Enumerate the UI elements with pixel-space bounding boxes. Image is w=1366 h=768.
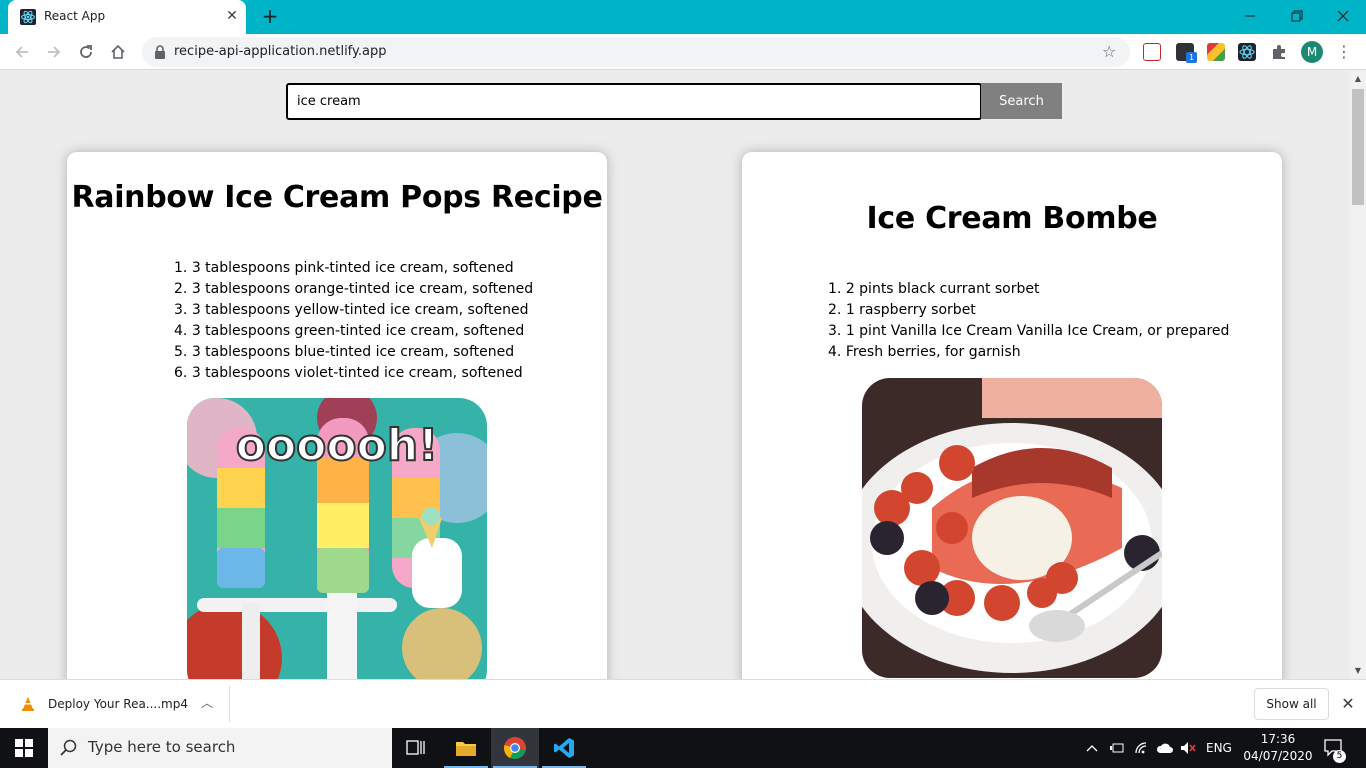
recipe-title: Ice Cream Bombe <box>866 201 1158 236</box>
ingredient-list: 2 pints black currant sorbet 1 raspberry… <box>828 279 1230 363</box>
recipe-image <box>862 378 1162 678</box>
file-explorer-icon[interactable] <box>442 728 490 768</box>
extension-badge: 1 <box>1186 52 1197 63</box>
search-icon <box>60 739 77 756</box>
notification-icon[interactable]: 5 <box>1324 728 1346 768</box>
browser-toolbar: recipe-api-application.netlify.app ☆ 1 M… <box>0 34 1366 70</box>
task-view-icon[interactable] <box>392 728 440 768</box>
profile-avatar[interactable]: M <box>1301 41 1323 63</box>
cube-extension-icon[interactable]: 1 <box>1176 43 1197 63</box>
reload-icon[interactable] <box>74 40 98 64</box>
new-tab-icon[interactable]: + <box>259 5 281 27</box>
address-bar[interactable]: recipe-api-application.netlify.app ☆ <box>142 37 1130 67</box>
onedrive-cloud-icon[interactable] <box>1156 728 1174 768</box>
recipe-card: Ice Cream Bombe 2 pints black currant so… <box>742 152 1282 679</box>
tab-title: React App <box>44 9 106 23</box>
recipe-title: Rainbow Ice Cream Pops Recipe <box>71 180 603 215</box>
extensions-puzzle-icon[interactable] <box>1270 43 1288 61</box>
page-content: Search Rainbow Ice Cream Pops Recipe 3 t… <box>0 71 1350 679</box>
react-devtools-icon[interactable] <box>1238 43 1256 61</box>
ingredient-item: 2 pints black currant sorbet <box>828 279 1229 300</box>
wifi-icon[interactable] <box>1134 728 1150 768</box>
page-scrollbar[interactable]: ▲ ▼ <box>1350 71 1366 679</box>
system-clock[interactable]: 17:36 04/07/2020 <box>1240 731 1316 765</box>
tab-close-icon[interactable]: ✕ <box>224 8 240 24</box>
browser-menu-icon[interactable]: ⋮ <box>1334 41 1354 63</box>
ingredient-item: 1 raspberry sorbet <box>828 300 1229 321</box>
ingredient-item: 3 tablespoons yellow-tinted ice cream, s… <box>174 300 533 321</box>
scroll-up-icon[interactable]: ▲ <box>1350 71 1366 87</box>
volume-muted-icon[interactable] <box>1180 728 1196 768</box>
recipe-card: Rainbow Ice Cream Pops Recipe 3 tablespo… <box>67 152 607 679</box>
chevron-up-icon[interactable]: ︿ <box>198 694 216 712</box>
taskbar-search-placeholder: Type here to search <box>88 738 236 756</box>
chrome-taskbar-icon[interactable] <box>491 728 539 768</box>
notification-badge: 5 <box>1333 750 1346 763</box>
vlc-cone-icon <box>22 697 34 711</box>
scroll-down-icon[interactable]: ▼ <box>1350 663 1366 679</box>
windows-start-icon[interactable] <box>0 728 48 768</box>
ingredient-item: 3 tablespoons green-tinted ice cream, so… <box>174 321 533 342</box>
url-text: recipe-api-application.netlify.app <box>174 44 387 59</box>
tray-chevron-up-icon[interactable] <box>1086 728 1098 768</box>
battery-icon[interactable] <box>1109 728 1125 768</box>
ingredient-item: Fresh berries, for garnish <box>828 342 1229 363</box>
pocket-extension-icon[interactable] <box>1143 43 1161 61</box>
ingredient-item: 1 pint Vanilla Ice Cream Vanilla Ice Cre… <box>828 321 1230 342</box>
search-button[interactable]: Search <box>981 83 1062 119</box>
windows-taskbar: Type here to search ENG 17:36 04/07/2020… <box>0 728 1366 768</box>
show-all-button[interactable]: Show all <box>1254 688 1329 720</box>
ingredient-item: 3 tablespoons blue-tinted ice cream, sof… <box>174 342 533 363</box>
download-file-name: Deploy Your Rea....mp4 <box>48 697 188 711</box>
forward-icon[interactable] <box>42 40 66 64</box>
taskbar-search[interactable]: Type here to search <box>48 728 392 768</box>
image-caption: oooooh! <box>236 420 439 471</box>
minimize-icon[interactable] <box>1236 4 1264 28</box>
clock-time: 17:36 <box>1260 732 1296 746</box>
recipe-image: oooooh! <box>187 398 487 679</box>
ingredient-item: 3 tablespoons orange-tinted ice cream, s… <box>174 279 533 300</box>
close-shelf-icon[interactable]: ✕ <box>1338 694 1358 714</box>
restore-icon[interactable] <box>1283 4 1311 28</box>
language-indicator[interactable]: ENG <box>1206 728 1232 768</box>
download-item[interactable]: Deploy Your Rea....mp4 ︿ <box>0 686 230 722</box>
scroll-thumb[interactable] <box>1352 89 1364 205</box>
ice-cream-bombe-photo <box>862 378 1162 678</box>
colorful-extension-icon[interactable] <box>1207 43 1225 61</box>
react-logo-icon <box>20 9 36 25</box>
browser-titlebar: React App ✕ + <box>0 0 1366 34</box>
download-shelf: Deploy Your Rea....mp4 ︿ Show all ✕ <box>0 679 1366 728</box>
window-close-icon[interactable] <box>1329 4 1357 28</box>
ingredient-item: 3 tablespoons pink-tinted ice cream, sof… <box>174 258 533 279</box>
ingredient-item: 3 tablespoons violet-tinted ice cream, s… <box>174 363 533 384</box>
bookmark-star-icon[interactable]: ☆ <box>1102 42 1116 61</box>
lock-icon <box>155 45 165 59</box>
clock-date: 04/07/2020 <box>1243 749 1313 763</box>
rainbow-pops-illustration: oooooh! <box>187 398 487 679</box>
browser-tab[interactable]: React App ✕ <box>8 0 246 34</box>
vscode-taskbar-icon[interactable] <box>540 728 588 768</box>
search-input[interactable] <box>286 83 982 120</box>
ingredient-list: 3 tablespoons pink-tinted ice cream, sof… <box>174 258 533 384</box>
home-icon[interactable] <box>106 40 130 64</box>
back-icon[interactable] <box>10 40 34 64</box>
